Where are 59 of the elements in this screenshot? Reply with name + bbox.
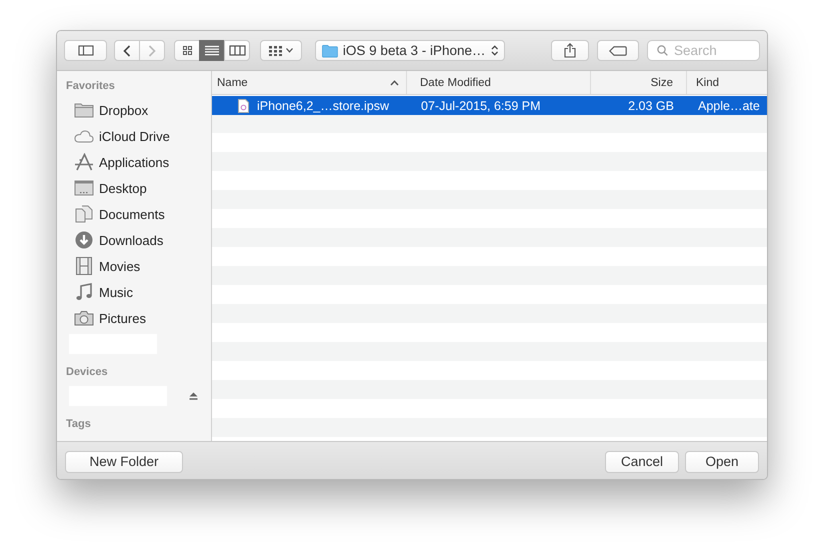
chevron-right-icon <box>148 44 156 56</box>
sidebar-item[interactable]: iCloud Drive <box>66 123 211 149</box>
chevron-left-icon <box>123 44 131 56</box>
sidebar-toggle-button[interactable] <box>64 40 107 61</box>
sidebar-section-title: Devices <box>66 365 109 379</box>
stepper-icon <box>490 44 498 57</box>
sidebar-item[interactable]: Movies <box>66 253 211 279</box>
tag-button[interactable] <box>597 40 639 61</box>
share-button[interactable] <box>551 40 589 61</box>
column-header[interactable]: Size <box>591 71 687 94</box>
sidebar-item[interactable]: Music <box>66 279 211 305</box>
list-view-icon <box>204 45 220 56</box>
share-icon <box>564 43 576 58</box>
arrange-grid-icon <box>269 46 283 56</box>
column-view-icon <box>228 45 246 56</box>
back-button[interactable] <box>114 40 140 61</box>
file-size: 2.03 GB <box>627 98 675 114</box>
file-row[interactable]: iPhone6,2_…store.ipsw 07-Jul-2015, 6:59 PM 2.03 GB Apple…ate <box>212 96 767 115</box>
new-folder-button[interactable]: New Folder <box>65 450 183 472</box>
sidebar-item[interactable]: Pictures <box>66 305 211 331</box>
chevron-down-icon <box>286 48 293 53</box>
file-kind: Apple…ate <box>697 98 761 115</box>
folder-icon <box>74 102 94 118</box>
music-note-icon <box>76 283 92 301</box>
sidebar-icon <box>78 45 94 56</box>
column-header[interactable]: Date Modified <box>407 71 591 94</box>
document-icon <box>238 98 249 112</box>
sidebar-item[interactable]: Applications <box>66 149 211 175</box>
sidebar-section-title: Tags <box>66 417 92 431</box>
view-mode-button[interactable] <box>224 40 250 61</box>
camera-icon <box>74 310 94 326</box>
sidebar-item[interactable]: Desktop <box>66 175 211 201</box>
view-mode-button[interactable] <box>199 40 225 61</box>
sidebar-item[interactable]: Downloads <box>66 227 211 253</box>
sidebar-item[interactable]: Dropbox <box>66 97 211 123</box>
location-dropdown[interactable]: iOS 9 beta 3 - iPhone… <box>315 40 505 61</box>
sort-caret-icon <box>390 80 399 86</box>
arrange-button[interactable] <box>260 40 302 61</box>
search-icon <box>657 45 668 56</box>
view-mode-button[interactable] <box>174 40 200 61</box>
date-modified: 07-Jul-2015, 6:59 PM <box>420 98 542 114</box>
folder-icon <box>322 44 338 58</box>
download-icon <box>75 231 93 249</box>
applications-icon <box>74 153 94 171</box>
column-header[interactable]: Name <box>212 71 407 94</box>
eject-icon[interactable] <box>189 392 198 400</box>
cancel-button[interactable]: Cancel <box>605 450 679 472</box>
desktop-icon <box>74 180 94 196</box>
film-icon <box>76 257 92 275</box>
open-button[interactable]: Open <box>685 450 759 472</box>
sidebar-item[interactable]: Documents <box>66 201 211 227</box>
icon-view-icon <box>182 45 192 56</box>
column-header[interactable]: Kind <box>687 71 767 94</box>
sidebar-section-title: Favorites <box>66 79 116 93</box>
cloud-icon <box>74 129 94 143</box>
search-field[interactable]: Search <box>647 40 760 61</box>
file-name: iPhone6,2_…store.ipsw <box>257 98 390 112</box>
documents-icon <box>75 205 93 223</box>
tag-icon <box>609 46 627 56</box>
